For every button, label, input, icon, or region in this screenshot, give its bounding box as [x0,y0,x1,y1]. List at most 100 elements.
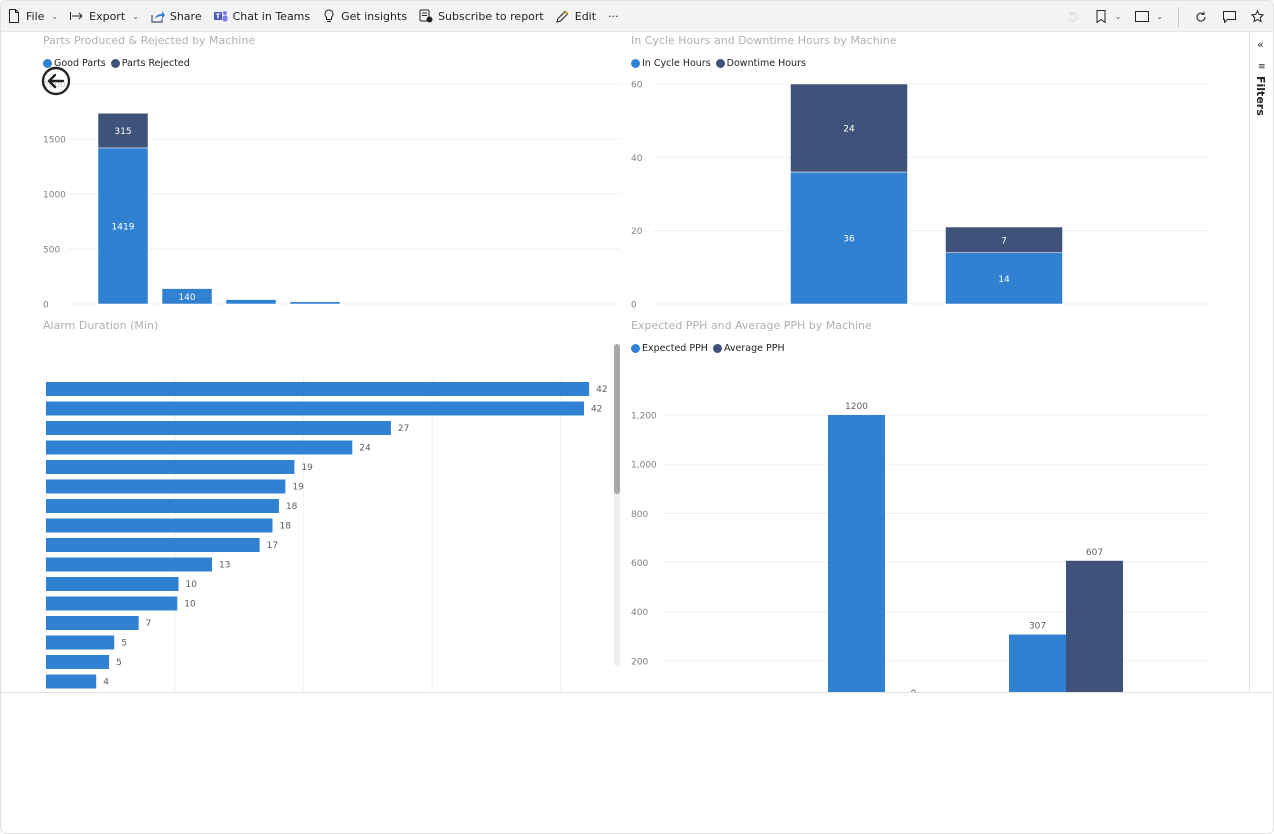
pph-chart-visual[interactable]: Expected PPH and Average PPH by Machine … [626,317,1249,692]
data-label: 42 [591,405,602,415]
data-label: 18 [280,522,292,532]
alarm-bar[interactable] [46,499,279,513]
alarm-bar[interactable] [46,518,273,533]
alarm-bar[interactable] [46,538,260,552]
refresh-icon [1194,10,1208,24]
scrollbar-thumb[interactable] [614,344,620,494]
data-label: 10 [184,600,196,610]
data-label: 19 [301,463,313,473]
y-tick-label: 1500 [43,136,66,146]
data-label: 14 [998,275,1010,285]
filters-pane: « ≡ Filters [1249,32,1273,692]
undo-button[interactable] [1061,5,1085,29]
toolbar-divider [1178,6,1179,27]
bar-good-parts[interactable] [225,299,277,305]
data-label: 140 [178,293,195,303]
alarm-chart-scrollbar[interactable] [614,344,620,666]
data-label: 315 [114,127,131,137]
y-tick-label: 1,000 [631,461,657,471]
data-label: 27 [398,424,409,434]
alarm-bar[interactable] [46,401,584,416]
alarm-chart-visual[interactable]: Alarm Duration (Min) 0102030404242272419… [1,317,626,692]
y-tick-label: 60 [631,81,643,91]
report-window: File ⌄ Export ⌄ Share T Chat in Teams Ge… [0,0,1274,834]
alarm-bar[interactable] [46,421,391,435]
lightbulb-icon [322,9,336,23]
data-label: 19 [292,483,304,493]
document-icon [7,9,21,23]
export-label: Export [89,9,126,23]
alarm-bar[interactable] [46,655,110,669]
data-label: 1200 [845,402,868,412]
data-label: 7 [146,619,152,629]
back-button[interactable] [41,66,71,96]
data-label: 307 [1029,622,1046,632]
bar-good-parts[interactable] [289,301,341,305]
data-label: 13 [219,561,230,571]
bar-expected-pph[interactable] [1009,634,1066,692]
hours-chart-visual[interactable]: In Cycle Hours and Downtime Hours by Mac… [626,32,1249,317]
y-tick-label: 20 [631,227,643,237]
alarm-bar[interactable] [46,674,97,689]
subscribe-to-report-button[interactable]: Subscribe to report [413,4,550,28]
y-tick-label: 1,200 [631,412,657,422]
back-arrow-icon [41,66,71,96]
alarm-chart-plot: 0102030404242272419191818171310107554 [45,374,608,692]
chat-in-teams-label: Chat in Teams [232,9,311,23]
pph-chart-plot: 02004006008001,0001,20012000307607 [631,402,1209,692]
file-menu-button[interactable]: File ⌄ [1,4,64,28]
teams-icon: T [213,9,228,23]
more-options-button[interactable]: ··· [602,4,625,28]
y-tick-label: 400 [631,608,648,618]
share-icon [151,9,165,23]
y-tick-label: 200 [631,657,648,667]
data-label: 7 [1001,236,1007,246]
comment-button[interactable] [1217,5,1241,29]
share-button[interactable]: Share [145,4,208,28]
data-label: 5 [121,639,127,649]
data-label: 36 [843,235,855,245]
chevron-down-icon: ⌄ [132,11,139,21]
bar-average-pph[interactable] [1066,560,1123,692]
y-tick-label: 1000 [43,191,66,201]
filters-pane-toggle[interactable]: Filters [1254,76,1267,116]
file-label: File [26,9,45,23]
alarm-bar[interactable] [46,557,213,572]
alarm-bar[interactable] [46,479,286,494]
subscribe-icon [419,9,433,23]
chevron-down-icon: ⌄ [1156,12,1163,21]
y-tick-label: 40 [631,154,643,164]
alarm-bar[interactable] [46,460,295,474]
view-frame-icon [1135,10,1150,24]
alarm-bar[interactable] [46,440,353,455]
export-arrow-icon [70,9,84,23]
get-insights-button[interactable]: Get insights [316,4,413,28]
export-menu-button[interactable]: Export ⌄ [64,4,145,28]
get-insights-label: Get insights [341,9,408,23]
edit-label: Edit [574,9,597,23]
refresh-button[interactable] [1189,5,1213,29]
more-label: ··· [608,9,619,23]
alarm-bar[interactable] [46,616,139,630]
data-label: 4 [103,678,109,688]
alarm-bar[interactable] [46,577,179,591]
data-label: 607 [1086,548,1103,558]
bar-expected-pph[interactable] [828,415,885,692]
alarm-bar[interactable] [46,635,115,650]
pencil-icon [556,9,570,23]
canvas-bottom-divider [1,692,1273,693]
edit-button[interactable]: Edit [550,4,602,28]
report-canvas: Parts Produced & Rejected by Machine Goo… [1,32,1249,692]
favorite-button[interactable] [1245,5,1269,29]
data-label: 5 [116,658,122,668]
y-tick-label: 500 [43,246,60,256]
chat-in-teams-button[interactable]: T Chat in Teams [208,4,317,28]
bookmark-button[interactable]: ⌄ [1089,5,1127,29]
chevron-down-icon: ⌄ [1114,12,1122,21]
collapse-chevron-icon[interactable]: « [1257,38,1264,51]
alarm-bar[interactable] [46,382,590,396]
data-label: 24 [359,444,371,454]
view-button[interactable]: ⌄ [1130,5,1168,29]
parts-chart-visual[interactable]: Parts Produced & Rejected by Machine Goo… [1,32,626,317]
alarm-bar[interactable] [46,596,178,611]
